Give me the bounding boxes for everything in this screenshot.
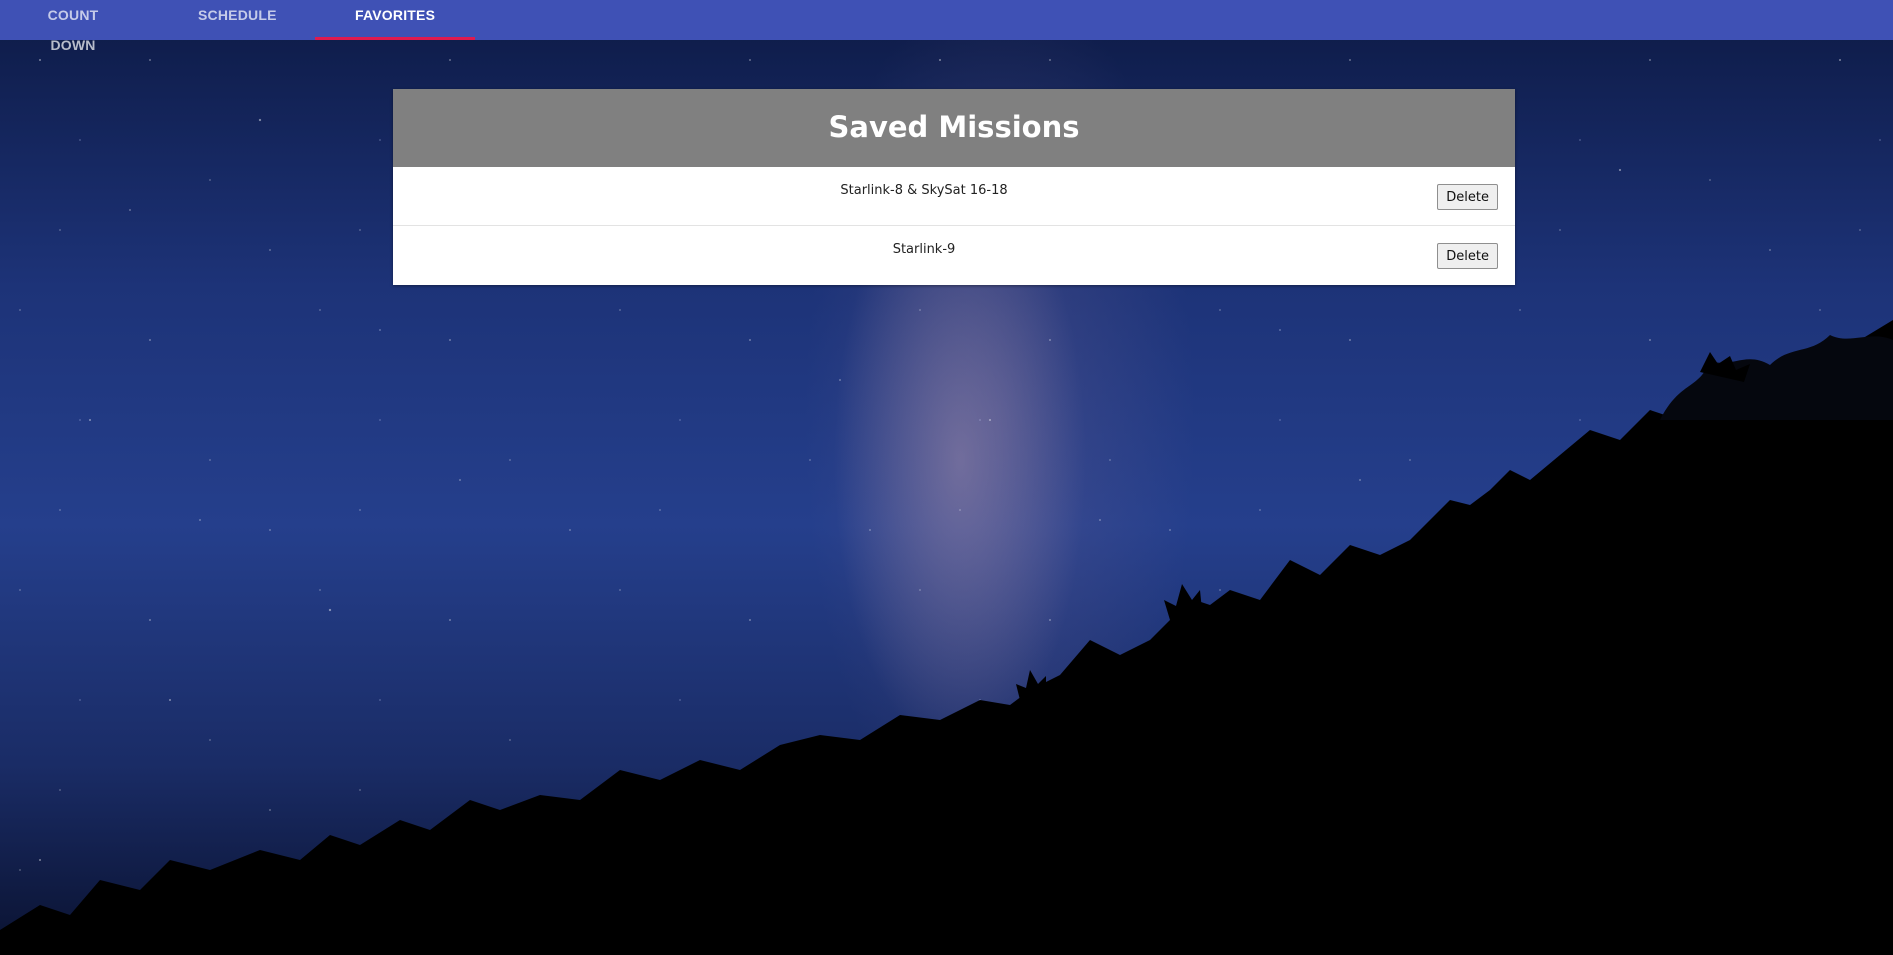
list-item: Starlink-9 Delete (393, 226, 1515, 285)
tab-favorites[interactable]: FAVORITES (355, 0, 435, 40)
mission-name: Starlink-9 (892, 242, 956, 257)
mission-name: Starlink-8 & SkySat 16-18 (840, 183, 1008, 198)
delete-button[interactable]: Delete (1437, 243, 1498, 269)
tab-schedule[interactable]: SCHEDULE (198, 0, 276, 40)
delete-button[interactable]: Delete (1437, 184, 1498, 210)
list-item: Starlink-8 & SkySat 16-18 Delete (393, 167, 1515, 226)
active-tab-indicator (315, 37, 475, 40)
page-title: Saved Missions (828, 110, 1080, 144)
tab-count-down[interactable]: COUNT DOWN (28, 0, 118, 53)
top-nav-bar: COUNT DOWN SCHEDULE FAVORITES (0, 0, 1893, 53)
saved-missions-card: Saved Missions Starlink-8 & SkySat 16-18… (393, 89, 1515, 285)
card-header: Saved Missions (393, 89, 1515, 167)
